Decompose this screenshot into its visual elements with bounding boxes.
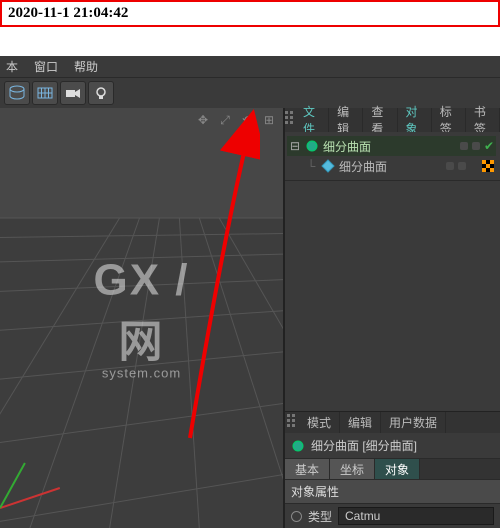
tab-tags[interactable]: 标签 bbox=[432, 108, 466, 132]
tree-item-label: 细分曲面 bbox=[339, 158, 387, 175]
property-row-type: 类型 Catmu bbox=[285, 504, 500, 528]
attribute-sub-tabs: 基本 坐标 对象 bbox=[285, 459, 500, 479]
mini-tab-coord[interactable]: 坐标 bbox=[330, 459, 375, 479]
drag-stripe[interactable] bbox=[285, 108, 295, 132]
object-manager-tabs: 文件 编辑 查看 对象 标签 书签 bbox=[285, 108, 500, 132]
app-window: 本 窗口 帮助 bbox=[0, 56, 500, 528]
grid-floor bbox=[0, 108, 283, 528]
nav-move-icon[interactable]: ✥ bbox=[195, 112, 211, 128]
menubar: 本 窗口 帮助 bbox=[0, 56, 500, 78]
attribute-title-row: 细分曲面 [细分曲面] bbox=[285, 433, 500, 459]
attr-tab-edit[interactable]: 编辑 bbox=[340, 412, 381, 433]
toolbar bbox=[0, 78, 500, 108]
visibility-dot-render[interactable] bbox=[458, 162, 466, 170]
nav-grid-icon[interactable]: ⊞ bbox=[261, 112, 277, 128]
timestamp-bar: 2020-11-1 21:04:42 bbox=[0, 0, 500, 27]
polygon-icon bbox=[321, 159, 335, 173]
radio-icon[interactable] bbox=[291, 511, 302, 522]
spacer bbox=[0, 27, 500, 55]
attribute-tabs: 模式 编辑 用户数据 bbox=[285, 411, 500, 433]
tab-view[interactable]: 查看 bbox=[363, 108, 397, 132]
expand-icon[interactable]: ⊟ bbox=[289, 139, 301, 153]
enable-check-icon[interactable]: ✔ bbox=[484, 139, 494, 153]
property-label: 类型 bbox=[308, 508, 332, 525]
tool-cylinder[interactable] bbox=[4, 81, 30, 105]
tool-grid[interactable] bbox=[32, 81, 58, 105]
tree-empty-area bbox=[285, 181, 500, 411]
viewport-nav-icons: ✥ ⤢ ⟲ ⊞ bbox=[195, 112, 277, 128]
visibility-dot-render[interactable] bbox=[472, 142, 480, 150]
subdivision-icon bbox=[305, 139, 319, 153]
section-header: 对象属性 bbox=[285, 479, 500, 504]
side-panel: 文件 编辑 查看 对象 标签 书签 ⊟ 细分曲面 ✔ bbox=[284, 108, 500, 528]
object-tree: ⊟ 细分曲面 ✔ └ 细分曲面 bbox=[285, 132, 500, 181]
tool-light[interactable] bbox=[88, 81, 114, 105]
nav-zoom-icon[interactable]: ⤢ bbox=[217, 112, 233, 128]
tab-object[interactable]: 对象 bbox=[398, 108, 432, 132]
material-tag-icon[interactable] bbox=[482, 160, 494, 172]
tab-edit[interactable]: 编辑 bbox=[329, 108, 363, 132]
tool-camera[interactable] bbox=[60, 81, 86, 105]
timestamp-text: 2020-11-1 21:04:42 bbox=[8, 5, 128, 21]
drag-stripe[interactable] bbox=[285, 412, 299, 433]
visibility-dot-editor[interactable] bbox=[460, 142, 468, 150]
tree-item-child[interactable]: └ 细分曲面 bbox=[287, 156, 496, 176]
tab-bookmark[interactable]: 书签 bbox=[466, 108, 500, 132]
mini-tab-object[interactable]: 对象 bbox=[375, 459, 420, 479]
menu-item-1[interactable]: 本 bbox=[6, 58, 18, 75]
tree-item-parent[interactable]: ⊟ 细分曲面 ✔ bbox=[287, 136, 496, 156]
nav-rotate-icon[interactable]: ⟲ bbox=[239, 112, 255, 128]
tree-item-label: 细分曲面 bbox=[323, 138, 371, 155]
visibility-dot-editor[interactable] bbox=[446, 162, 454, 170]
tab-file[interactable]: 文件 bbox=[295, 108, 329, 132]
viewport[interactable]: ✥ ⤢ ⟲ ⊞ GX / 网 system.com bbox=[0, 108, 284, 528]
attr-tab-mode[interactable]: 模式 bbox=[299, 412, 340, 433]
tree-branch-icon: └ bbox=[305, 159, 317, 173]
menu-item-help[interactable]: 帮助 bbox=[74, 58, 98, 75]
menu-item-window[interactable]: 窗口 bbox=[34, 58, 58, 75]
subdivision-icon bbox=[291, 439, 305, 453]
attr-tab-userdata[interactable]: 用户数据 bbox=[381, 412, 446, 433]
content-area: ✥ ⤢ ⟲ ⊞ GX / 网 system.com 文件 编辑 bbox=[0, 108, 500, 528]
dropdown-value: Catmu bbox=[345, 509, 380, 523]
type-dropdown[interactable]: Catmu bbox=[338, 507, 494, 525]
mini-tab-basic[interactable]: 基本 bbox=[285, 459, 330, 479]
attribute-title: 细分曲面 [细分曲面] bbox=[311, 437, 417, 454]
